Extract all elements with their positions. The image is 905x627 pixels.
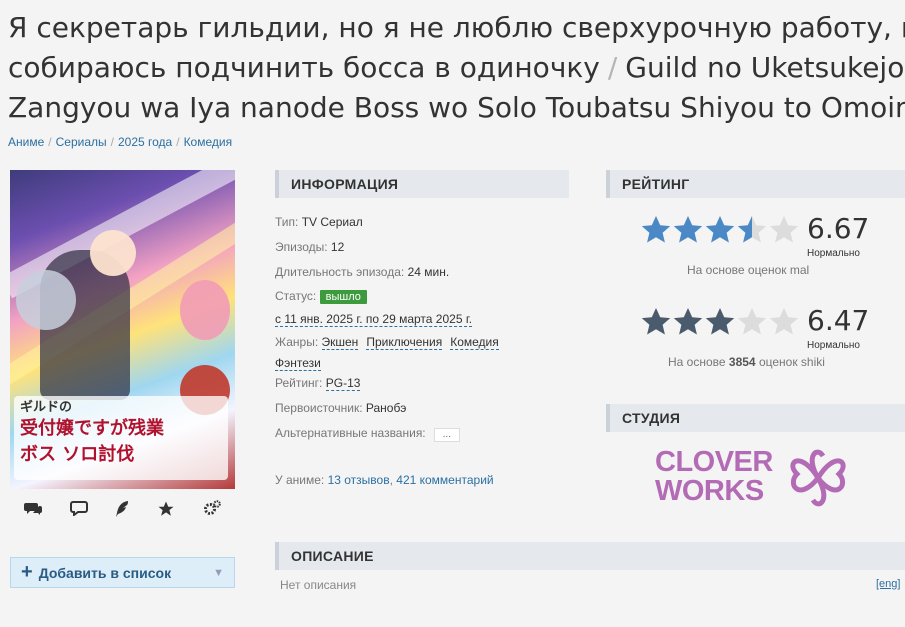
comma: , <box>389 473 393 487</box>
episodes-value: 12 <box>330 240 345 254</box>
add-to-list-label: Добавить в список <box>38 564 172 581</box>
info-panel: Тип: TV Сериал Эпизоды: 12 Длительность … <box>275 210 575 493</box>
reviews-icon[interactable] <box>69 500 88 523</box>
source-value: Ранобэ <box>365 401 407 415</box>
breadcrumb: Аниме / Сериалы/2025 года / Комедия <box>8 135 232 149</box>
rating-star-icon <box>768 214 800 246</box>
rating-star-icon <box>640 306 672 338</box>
shiki-score: 6.47 <box>807 304 870 337</box>
description-lang-toggle[interactable]: [eng] <box>876 578 900 590</box>
breadcrumb-year[interactable]: 2025 года <box>118 135 172 149</box>
studio-heading: СТУДИЯ <box>606 404 905 432</box>
poster-logo: ギルドの 受付嬢ですが残業 ボス ソロ討伐 <box>14 396 228 480</box>
description-heading: ОПИСАНИЕ <box>275 542 905 570</box>
info-heading: ИНФОРМАЦИЯ <box>275 170 569 198</box>
type-value: TV Сериал <box>301 215 363 229</box>
rating-star-icon <box>736 214 768 246</box>
page-title: Я секретарь гильдии, но я не люблю сверх… <box>8 8 905 128</box>
type-key: Тип: <box>275 215 299 229</box>
genre-action[interactable]: Экшен <box>321 335 359 350</box>
status-key: Статус: <box>275 289 317 303</box>
rating-star-icon <box>640 214 672 246</box>
rating-star-icon <box>768 306 800 338</box>
title-ru-line-1: Я секретарь гильдии, но я не люблю сверх… <box>8 11 905 44</box>
studio-logo[interactable]: CLOVER WORKS <box>655 444 855 514</box>
comments-icon[interactable] <box>23 500 42 523</box>
mal-stars <box>640 214 800 246</box>
studio-logo-text: CLOVER WORKS <box>655 448 773 506</box>
poster-logo-line-2: 受付嬢ですが残業 <box>20 418 164 439</box>
plus-icon: + <box>21 561 33 583</box>
genres-key: Жанры: <box>275 335 319 349</box>
feather-icon[interactable] <box>115 500 129 523</box>
breadcrumb-series[interactable]: Сериалы <box>56 135 107 149</box>
rating-star-icon <box>736 306 768 338</box>
rating-star-icon <box>704 214 736 246</box>
shiki-based-pre: На основе <box>668 355 726 369</box>
cogs-icon[interactable] <box>203 500 221 523</box>
clover-icon <box>790 449 846 507</box>
mal-based-on: На основе оценок mal <box>687 263 810 277</box>
comments-link[interactable]: 421 комментарий <box>396 473 493 487</box>
breadcrumb-genre[interactable]: Комедия <box>184 135 233 149</box>
studio-logo-line-1: CLOVER <box>655 446 773 478</box>
duration-key: Длительность эпизода: <box>275 265 405 279</box>
reviews-link[interactable]: 13 отзывов <box>328 473 390 487</box>
poster-logo-line-1: ギルドの <box>20 400 73 415</box>
air-dates[interactable]: с 11 янв. 2025 г. по 29 марта 2025 г. <box>275 312 473 327</box>
poster-logo-line-3: ボス ソロ討伐 <box>20 444 135 465</box>
reviews-key: У аниме: <box>275 473 325 487</box>
episodes-key: Эпизоды: <box>275 240 328 254</box>
rating-heading: РЕЙТИНГ <box>606 170 905 198</box>
rating-star-icon <box>672 306 704 338</box>
shiki-score-label: Нормально <box>807 340 860 351</box>
title-ru-line-2: собираюсь подчинить босса в одиночку <box>8 51 600 84</box>
rating-star-icon <box>704 306 736 338</box>
rating-star-icon <box>672 214 704 246</box>
shiki-votes-count: 3854 <box>728 355 756 369</box>
source-key: Первоисточник: <box>275 401 363 415</box>
add-to-list-button[interactable]: + Добавить в список ▼ <box>10 557 235 588</box>
title-romaji-line-2: Zangyou wa Iya nanode Boss wo Solo Touba… <box>8 91 905 124</box>
mal-rating: 6.67 Нормально На основе оценок mal <box>640 212 905 277</box>
genre-fantasy[interactable]: Фэнтези <box>275 356 321 371</box>
breadcrumb-anime[interactable]: Аниме <box>8 135 44 149</box>
breadcrumb-separator: / <box>110 135 114 149</box>
alt-names-key: Альтернативные названия: <box>275 426 426 440</box>
poster-actions <box>10 500 235 523</box>
title-romaji-line-1: Guild no Uketsukejou desu ga, <box>625 51 905 84</box>
mal-score: 6.67 <box>807 212 870 245</box>
studio-logo-line-2: WORKS <box>655 475 764 507</box>
chevron-down-icon[interactable]: ▼ <box>213 567 224 579</box>
poster-image[interactable]: ギルドの 受付嬢ですが残業 ボス ソロ討伐 <box>10 170 235 489</box>
rating-value[interactable]: PG-13 <box>325 376 361 391</box>
genre-adventure[interactable]: Приключения <box>366 335 443 350</box>
breadcrumb-separator: / <box>48 135 52 149</box>
shiki-based-post: оценок shiki <box>758 355 825 369</box>
lang-eng[interactable]: [eng] <box>876 578 900 590</box>
shiki-based-on: На основе 3854 оценок shiki <box>668 355 825 369</box>
duration-value: 24 мин. <box>407 265 450 279</box>
breadcrumb-separator: / <box>176 135 180 149</box>
alt-names-toggle[interactable]: ... <box>433 428 460 442</box>
status-badge: вышло <box>319 290 367 304</box>
genre-comedy[interactable]: Комедия <box>450 335 499 350</box>
rating-key: Рейтинг: <box>275 376 323 390</box>
shiki-stars <box>640 306 800 338</box>
title-slash: / <box>607 51 618 84</box>
star-icon[interactable] <box>157 500 175 523</box>
description-text: Нет описания <box>280 578 357 592</box>
shiki-rating: 6.47 Нормально На основе 3854 оценок shi… <box>640 304 905 369</box>
mal-score-label: Нормально <box>807 248 860 259</box>
